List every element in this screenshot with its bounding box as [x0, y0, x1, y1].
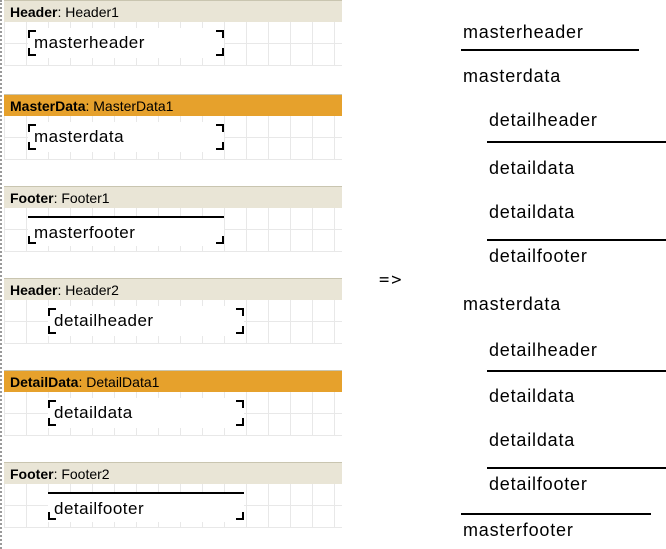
preview-row: detaildata [489, 430, 576, 450]
preview-row: detailheader [489, 110, 598, 130]
text-object-masterfooter[interactable]: masterfooter [28, 216, 224, 246]
band-type: MasterData [10, 98, 86, 114]
band-title[interactable]: MasterData: MasterData1 [4, 94, 342, 116]
band-name: DetailData1 [86, 374, 160, 390]
band-footer2[interactable]: Footer: Footer2 detailfooter [4, 462, 342, 528]
band-type: Header [10, 4, 58, 20]
band-name: MasterData1 [93, 98, 174, 114]
band-type: Footer [10, 190, 54, 206]
band-title[interactable]: Footer: Footer2 [4, 462, 342, 484]
band-body[interactable]: masterheader [4, 22, 342, 66]
text-object-detailfooter[interactable]: detailfooter [48, 492, 244, 522]
band-title[interactable]: DetailData: DetailData1 [4, 370, 342, 392]
separator-line [487, 239, 666, 241]
separator-line [461, 513, 651, 515]
band-type: DetailData [10, 374, 79, 390]
text-object-masterdata[interactable]: masterdata [28, 122, 224, 152]
band-name: Footer2 [61, 466, 110, 482]
text-object-label: detaildata [54, 403, 133, 422]
text-object-label: detailfooter [54, 499, 145, 518]
preview-row: detaildata [489, 202, 576, 222]
band-detaildata1[interactable]: DetailData: DetailData1 detaildata [4, 370, 342, 436]
report-preview: masterheader masterdata detailheader det… [455, 0, 666, 549]
band-body[interactable]: detailfooter [4, 484, 342, 528]
preview-row: masterdata [463, 66, 562, 86]
band-title[interactable]: Footer: Footer1 [4, 186, 342, 208]
band-footer1[interactable]: Footer: Footer1 masterfooter [4, 186, 342, 252]
band-body[interactable]: detaildata [4, 392, 342, 436]
preview-row: detaildata [489, 386, 576, 406]
band-body[interactable]: masterfooter [4, 208, 342, 252]
separator-line [487, 370, 666, 372]
band-title[interactable]: Header: Header2 [4, 278, 342, 300]
arrow-label: => [379, 270, 404, 290]
text-object-label: detailheader [54, 311, 154, 330]
text-object-label: masterdata [34, 127, 125, 146]
band-name: Footer1 [61, 190, 110, 206]
band-masterdata1[interactable]: MasterData: MasterData1 masterdata [4, 94, 342, 160]
preview-row: detailfooter [489, 246, 588, 266]
band-header2[interactable]: Header: Header2 detailheader [4, 278, 342, 344]
band-name: Header2 [65, 282, 119, 298]
text-object-label: masterheader [34, 33, 145, 52]
band-name: Header1 [65, 4, 119, 20]
band-type: Footer [10, 466, 54, 482]
band-header1[interactable]: Header: Header1 masterheader [4, 0, 342, 66]
separator-line [487, 141, 666, 143]
band-type: Header [10, 282, 58, 298]
preview-row: detaildata [489, 158, 576, 178]
report-designer: Header: Header1 masterheader MasterData:… [0, 0, 342, 549]
band-title[interactable]: Header: Header1 [4, 0, 342, 22]
preview-row: masterfooter [463, 520, 574, 540]
preview-row: detailheader [489, 340, 598, 360]
separator-line [487, 467, 666, 469]
band-body[interactable]: masterdata [4, 116, 342, 160]
text-object-label: masterfooter [34, 223, 136, 242]
preview-row: detailfooter [489, 474, 588, 494]
preview-row: masterdata [463, 294, 562, 314]
text-object-detaildata[interactable]: detaildata [48, 398, 244, 428]
preview-row: masterheader [463, 22, 584, 42]
text-object-detailheader[interactable]: detailheader [48, 306, 244, 336]
text-object-masterheader[interactable]: masterheader [28, 28, 224, 58]
band-body[interactable]: detailheader [4, 300, 342, 344]
separator-line [461, 49, 639, 51]
